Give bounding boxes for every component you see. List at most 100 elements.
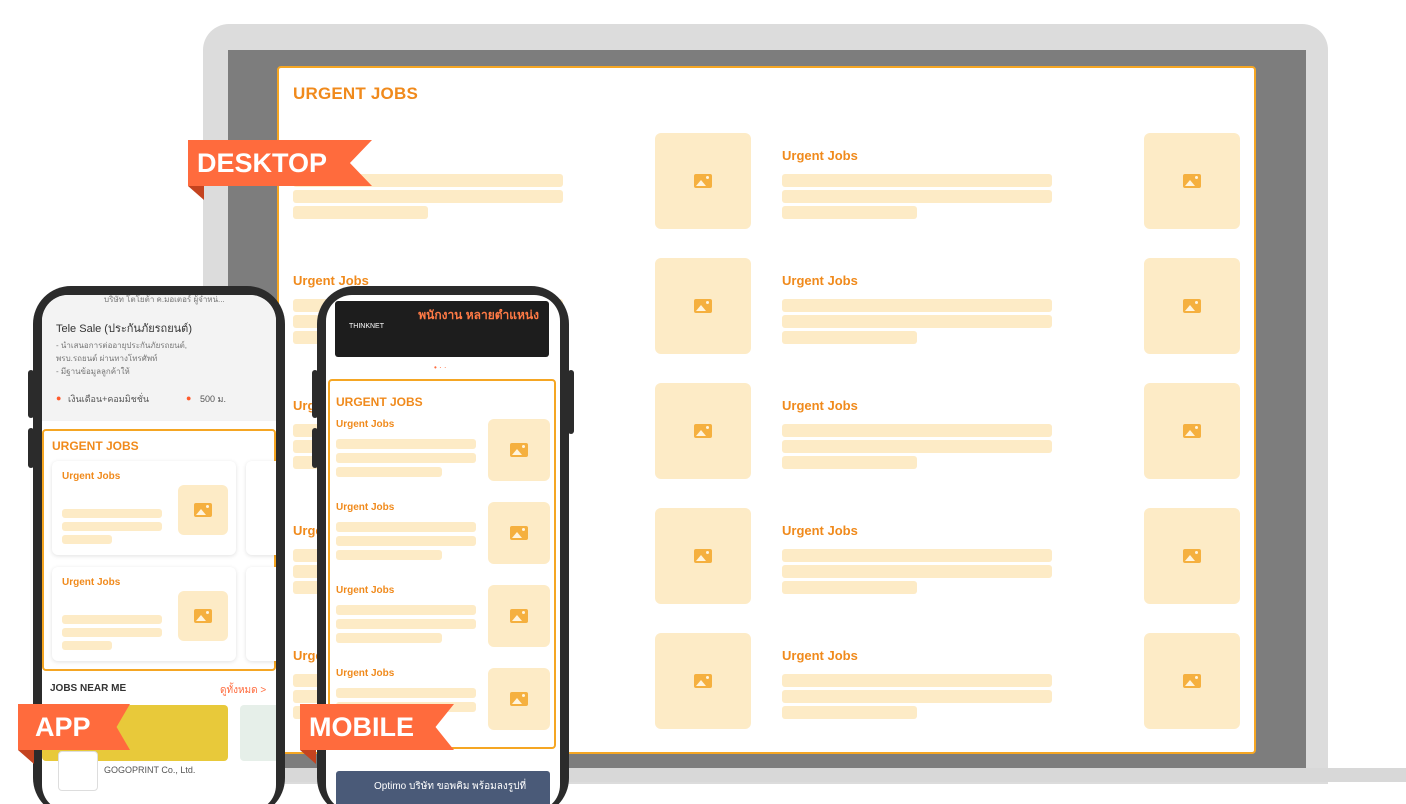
job-card-label: Urgent Jobs <box>782 273 858 288</box>
desktop-job-card[interactable] <box>293 133 753 238</box>
desktop-job-card[interactable]: Urgent Jobs <box>782 508 1242 613</box>
image-icon <box>194 609 212 623</box>
placeholder-line <box>336 605 476 615</box>
job-thumbnail <box>488 502 550 564</box>
see-all-link[interactable]: ดูทั้งหมด > <box>220 683 266 698</box>
image-icon <box>694 174 712 188</box>
promo-banner[interactable]: THINKNET พนักงาน หลายตำแหน่ง <box>335 301 549 357</box>
devices-showcase: URGENT JOBS Urgent Jobs Urgent Jobs Urge… <box>0 0 1406 804</box>
image-icon <box>1183 174 1201 188</box>
bottom-banner-text: Optimo บริษัท ขอพคิม พร้อมลงรูปที่ <box>374 781 527 792</box>
job-card-label: Urgent Jobs <box>782 648 858 663</box>
placeholder-line <box>62 628 162 637</box>
desktop-job-card[interactable]: Urgent Jobs <box>782 258 1242 363</box>
job-thumbnail <box>178 485 228 535</box>
job-thumbnail <box>1144 383 1240 479</box>
job-card-label: Urgent Jobs <box>62 577 121 588</box>
app-job-card[interactable] <box>246 567 276 661</box>
placeholder-line <box>782 456 917 469</box>
desktop-job-card[interactable]: Urgent Jobs <box>782 633 1242 738</box>
job-thumbnail <box>655 508 751 604</box>
job-card-label: Urgent Jobs <box>782 398 858 413</box>
banner-brand: THINKNET <box>349 323 384 330</box>
placeholder-line <box>782 174 1052 187</box>
app-job-card[interactable]: Urgent Jobs <box>52 567 236 661</box>
placeholder-line <box>293 206 428 219</box>
job-card-label: Urgent Jobs <box>336 419 395 430</box>
image-icon <box>510 609 528 623</box>
image-icon <box>510 526 528 540</box>
mobile-job-card[interactable]: Urgent Jobs <box>336 585 552 653</box>
location-pin-icon: ● <box>186 393 192 403</box>
image-icon <box>194 503 212 517</box>
job-thumbnail <box>655 383 751 479</box>
bottom-promo-banner[interactable]: Optimo บริษัท ขอพคิม พร้อมลงรูปที่ <box>336 771 550 804</box>
mobile-job-card[interactable]: Urgent Jobs <box>336 419 552 487</box>
app-job-card[interactable]: Urgent Jobs <box>52 461 236 555</box>
job-thumbnail <box>655 258 751 354</box>
image-icon <box>694 549 712 563</box>
placeholder-line <box>336 536 476 546</box>
placeholder-line <box>336 619 476 629</box>
job-title: Tele Sale (ประกันภัยรถยนต์) <box>56 323 192 335</box>
placeholder-line <box>782 424 1052 437</box>
placeholder-line <box>336 688 476 698</box>
placeholder-line <box>782 581 917 594</box>
distance-text: 500 ม. <box>200 394 226 404</box>
placeholder-line <box>336 439 476 449</box>
job-card-label: Urgent Jobs <box>782 148 858 163</box>
image-icon <box>1183 674 1201 688</box>
desktop-ribbon-label: DESKTOP <box>188 140 372 186</box>
salary-text: เงินเดือน+คอมมิชชั่น <box>68 394 150 404</box>
job-description-line: - นำเสนอการต่ออายุประกันภัยรถยนต์, <box>56 341 188 350</box>
desktop-job-card[interactable]: Urgent Jobs <box>782 133 1242 238</box>
placeholder-line <box>782 440 1052 453</box>
desktop-job-card[interactable]: Urgent Jobs <box>782 383 1242 488</box>
image-icon <box>510 692 528 706</box>
app-urgent-jobs-section: URGENT JOBS Urgent Jobs Urgent Jobs <box>42 429 276 671</box>
image-icon <box>694 424 712 438</box>
banner-headline: พนักงาน หลายตำแหน่ง <box>418 308 539 322</box>
image-icon <box>1183 299 1201 313</box>
desktop-section-title: URGENT JOBS <box>293 84 418 103</box>
placeholder-line <box>336 467 442 477</box>
placeholder-line <box>336 633 442 643</box>
ribbon-fold <box>188 186 204 200</box>
job-card-label: Urgent Jobs <box>336 502 395 513</box>
mobile-job-card[interactable]: Urgent Jobs <box>336 502 552 570</box>
jobs-near-me-title: JOBS NEAR ME <box>50 683 127 694</box>
placeholder-line <box>62 615 162 624</box>
image-icon <box>1183 424 1201 438</box>
placeholder-line <box>782 331 917 344</box>
job-card-label: Urgent Jobs <box>336 668 395 679</box>
job-thumbnail <box>655 133 751 229</box>
job-thumbnail <box>488 419 550 481</box>
placeholder-line <box>782 315 1052 328</box>
placeholder-line <box>62 522 162 531</box>
job-thumbnail <box>655 633 751 729</box>
image-icon <box>510 443 528 457</box>
job-card-label: Urgent Jobs <box>336 585 395 596</box>
job-thumbnail <box>1144 633 1240 729</box>
app-ribbon-label: APP <box>18 704 130 750</box>
company-name: GOGOPRINT Co., Ltd. <box>104 765 196 775</box>
image-icon <box>1183 549 1201 563</box>
mobile-section-title: URGENT JOBS <box>336 395 423 409</box>
job-thumbnail <box>1144 133 1240 229</box>
image-icon <box>694 674 712 688</box>
job-card-label: Urgent Jobs <box>62 471 121 482</box>
placeholder-line <box>62 535 112 544</box>
job-card-label: Urgent Jobs <box>782 523 858 538</box>
app-section-title: URGENT JOBS <box>52 439 139 453</box>
image-icon <box>694 299 712 313</box>
mobile-ribbon-label: MOBILE <box>300 704 454 750</box>
mobile-urgent-jobs-section: URGENT JOBS Urgent Jobs Urgent Jobs Urge… <box>328 379 556 749</box>
placeholder-line <box>293 190 563 203</box>
placeholder-line <box>782 706 917 719</box>
app-job-card[interactable] <box>246 461 276 555</box>
placeholder-line <box>782 190 1052 203</box>
job-thumbnail <box>488 668 550 730</box>
carousel-dots[interactable]: • · · <box>434 363 447 372</box>
app-job-listing[interactable]: บริษัท โตโยต้า ค.มอเตอร์ ผู้จำหน่... Tel… <box>42 295 276 421</box>
location-pin-icon: ● <box>56 393 62 403</box>
